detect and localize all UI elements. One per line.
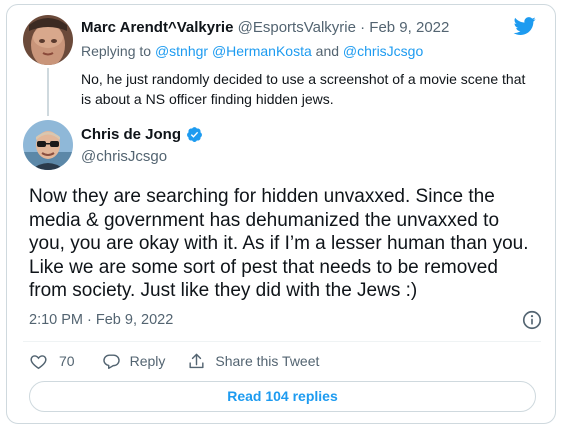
reply-author-avatar[interactable] [23, 15, 73, 65]
like-button[interactable]: 70 [29, 352, 75, 371]
share-button[interactable]: Share this Tweet [187, 352, 319, 371]
read-replies-button[interactable]: Read 104 replies [29, 381, 536, 412]
main-author-name[interactable]: Chris de Jong [81, 126, 181, 143]
replying-to-line: Replying to @stnhgr @HermanKosta and @ch… [81, 43, 423, 59]
tweet-timestamp[interactable]: 2:10 PM · Feb 9, 2022 [29, 312, 173, 328]
mention-link[interactable]: @chrisJcsgo [343, 43, 423, 59]
main-author-name-row: Chris de Jong [81, 126, 203, 143]
share-icon [189, 353, 204, 368]
reply-separator: · [355, 19, 370, 36]
tweet-embed-card: Marc Arendt^Valkyrie @EsportsValkyrie · … [6, 4, 556, 424]
heart-icon [30, 354, 47, 369]
verified-badge-icon [187, 127, 202, 142]
reply-header: Marc Arendt^Valkyrie @EsportsValkyrie · … [81, 19, 449, 36]
replying-to-prefix: Replying to [81, 43, 155, 59]
reply-date[interactable]: Feb 9, 2022 [369, 19, 449, 36]
divider [23, 341, 541, 342]
main-author-avatar[interactable] [23, 120, 73, 170]
info-icon[interactable] [521, 309, 543, 331]
mention-link[interactable]: @HermanKosta [212, 43, 312, 59]
mention-and: and [311, 43, 343, 59]
main-tweet-text: Now they are searching for hidden unvaxx… [29, 186, 529, 301]
main-author-handle[interactable]: @chrisJcsgo [81, 148, 167, 165]
reply-author-handle[interactable]: @EsportsValkyrie [238, 19, 356, 36]
like-count: 70 [59, 353, 75, 369]
reply-bubble-icon [102, 353, 120, 369]
mention-link[interactable]: @stnhgr [155, 43, 208, 59]
reply-author-name[interactable]: Marc Arendt^Valkyrie [81, 19, 233, 36]
reply-label: Reply [129, 353, 166, 369]
reply-tweet-text: No, he just randomly decided to use a sc… [81, 71, 526, 107]
share-label: Share this Tweet [215, 353, 320, 369]
thread-connector-line [47, 68, 49, 116]
tweet-actions-bar: 70 Reply Share this Tweet [29, 350, 319, 372]
reply-button[interactable]: Reply [102, 352, 166, 371]
twitter-logo-icon[interactable] [513, 15, 537, 37]
